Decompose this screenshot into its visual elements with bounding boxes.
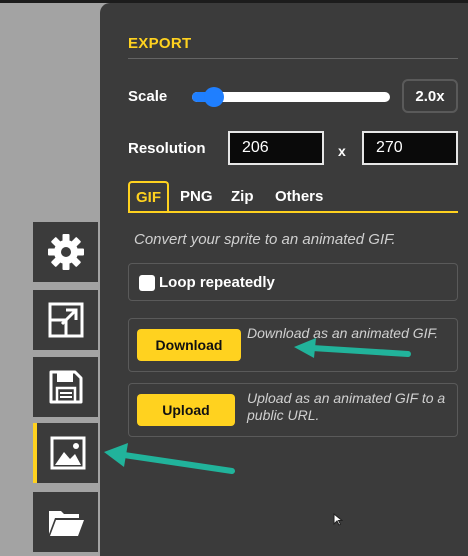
- resize-icon: [48, 302, 83, 338]
- loop-option: Loop repeatedly: [128, 263, 458, 301]
- upload-button[interactable]: Upload: [137, 394, 235, 426]
- height-input[interactable]: [362, 131, 458, 165]
- download-section: Download Download as an animated GIF.: [128, 318, 458, 372]
- tab-zip[interactable]: Zip: [231, 181, 254, 211]
- settings-button[interactable]: [33, 222, 98, 282]
- tabs-divider: [128, 211, 458, 213]
- scale-label: Scale: [128, 88, 168, 105]
- slider-thumb[interactable]: [204, 87, 225, 107]
- open-button[interactable]: [33, 492, 98, 552]
- side-toolbar: [33, 222, 98, 556]
- scale-value-button[interactable]: 2.0x: [402, 79, 458, 113]
- download-button[interactable]: Download: [137, 329, 241, 361]
- resize-button[interactable]: [33, 290, 98, 350]
- export-title: EXPORT: [128, 35, 192, 52]
- export-panel: EXPORT Scale 2.0x Resolution x GIF PNG Z…: [100, 3, 468, 556]
- width-input[interactable]: [228, 131, 324, 165]
- gear-icon: [47, 234, 84, 270]
- resolution-times: x: [338, 143, 346, 159]
- save-icon: [49, 370, 82, 404]
- tab-png[interactable]: PNG: [180, 181, 213, 211]
- resolution-label: Resolution: [128, 140, 206, 157]
- mouse-cursor-icon: [333, 513, 343, 526]
- scale-slider[interactable]: [186, 87, 390, 107]
- image-icon: [50, 436, 85, 470]
- tab-others[interactable]: Others: [275, 181, 323, 211]
- loop-label[interactable]: Loop repeatedly: [159, 274, 275, 291]
- folder-icon: [48, 511, 84, 536]
- gif-description: Convert your sprite to an animated GIF.: [134, 231, 396, 248]
- tab-gif[interactable]: GIF: [128, 181, 169, 211]
- download-description: Download as an animated GIF.: [247, 325, 439, 341]
- loop-checkbox[interactable]: [139, 275, 155, 291]
- export-button[interactable]: [33, 423, 98, 483]
- title-divider: [128, 58, 458, 59]
- save-button[interactable]: [33, 357, 98, 417]
- upload-section: Upload Upload as an animated GIF to a pu…: [128, 383, 458, 437]
- upload-description: Upload as an animated GIF to a public UR…: [247, 390, 446, 423]
